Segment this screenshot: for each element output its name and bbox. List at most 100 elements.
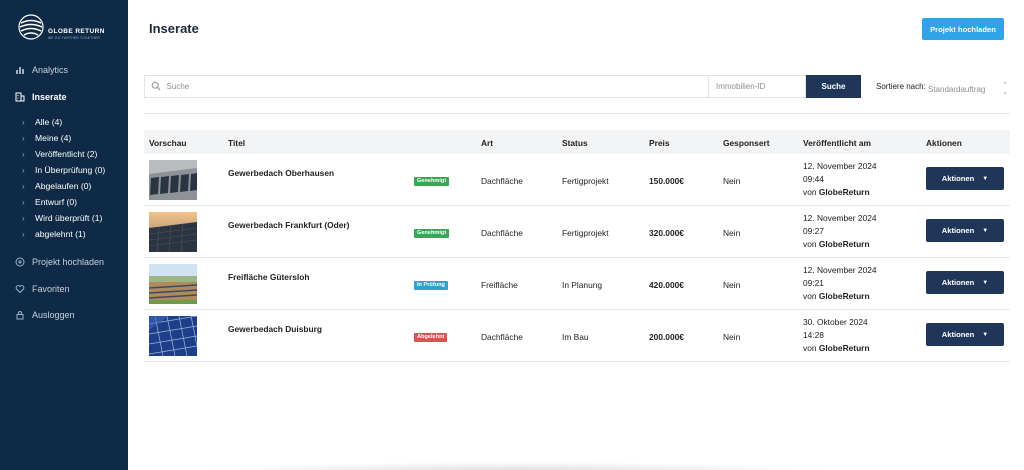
listing-price: 200.000€ (649, 332, 684, 342)
sidebar-subitem-label: Veröffentlicht (2) (35, 149, 98, 159)
published-date: 12. November 2024 (803, 213, 877, 223)
listing-status: Fertigprojekt (562, 228, 609, 238)
published-by-prefix: von (803, 291, 817, 301)
sidebar-subitem-label: Abgelaufen (0) (35, 181, 92, 191)
actions-dropdown-button[interactable]: Aktionen ▼ (926, 167, 1004, 190)
sort-select[interactable]: Standardauftrag ⌃ ⌄ (928, 82, 1008, 96)
listing-title[interactable]: Gewerbedach Oberhausen (228, 168, 334, 178)
listing-sponsored: Nein (723, 176, 741, 186)
brand-name: GLOBE RETURN (48, 28, 105, 35)
search-icon (151, 81, 163, 93)
table-row: Gewerbedach Oberhausen Genehmigt Dachflä… (144, 154, 1010, 206)
sidebar-subitem-label: abgelehnt (1) (35, 229, 86, 239)
chevron-right-icon: › (22, 229, 25, 239)
listing-published: 12. November 2024 09:27 von GlobeReturn (803, 212, 877, 251)
sidebar-item-favoriten[interactable]: Favoriten (14, 283, 70, 294)
published-date: 12. November 2024 (803, 161, 877, 171)
listing-price: 320.000€ (649, 228, 684, 238)
brand-logo[interactable]: GLOBE RETURN WE GO FURTHER TOGETHER (18, 14, 118, 46)
listing-title[interactable]: Gewerbedach Frankfurt (Oder) (228, 220, 349, 230)
listing-art: Dachfläche (481, 228, 523, 238)
published-time: 09:44 (803, 174, 824, 184)
column-header-art: Art (481, 138, 494, 148)
sidebar-item-analytics[interactable]: Analytics (14, 64, 68, 75)
listing-art: Freifläche (481, 280, 518, 290)
caret-down-icon: ▼ (982, 279, 989, 286)
chevron-right-icon: › (22, 117, 25, 127)
column-header-preis: Preis (649, 138, 670, 148)
sidebar-subitem-label: Alle (4) (35, 117, 63, 127)
sidebar-subitem-wird-ueberprueft[interactable]: › Wird überprüft (1) (22, 213, 102, 223)
listing-title[interactable]: Freifläche Gütersloh (228, 272, 309, 282)
sidebar-subitem-entwurf[interactable]: › Entwurf (0) (22, 197, 77, 207)
actions-dropdown-button[interactable]: Aktionen ▼ (926, 323, 1004, 346)
sidebar-subitem-label: Entwurf (0) (35, 197, 78, 207)
published-by: GlobeReturn (818, 239, 870, 249)
sidebar-subitem-abgelehnt[interactable]: › abgelehnt (1) (22, 229, 86, 239)
listing-sponsored: Nein (723, 228, 741, 238)
search-button[interactable]: Suche (806, 75, 861, 98)
sidebar-item-label: Inserate (32, 91, 67, 102)
listing-thumbnail[interactable] (149, 316, 197, 356)
published-by-prefix: von (803, 239, 817, 249)
sidebar-item-ausloggen[interactable]: Ausloggen (14, 309, 75, 320)
upload-project-button[interactable]: Projekt hochladen (922, 18, 1004, 40)
divider (144, 113, 1010, 114)
building-icon (14, 91, 25, 102)
listing-art: Dachfläche (481, 332, 523, 342)
listing-art: Dachfläche (481, 176, 523, 186)
column-header-status: Status (562, 138, 588, 148)
listing-thumbnail[interactable] (149, 212, 197, 252)
brand-tagline: WE GO FURTHER TOGETHER (48, 36, 101, 40)
chevron-right-icon: › (22, 181, 25, 191)
table-header: Vorschau Titel Art Status Preis Gesponse… (144, 130, 1010, 154)
sidebar-subitem-meine[interactable]: › Meine (4) (22, 133, 71, 143)
sidebar-item-label: Ausloggen (32, 309, 75, 320)
listing-price: 150.000€ (649, 176, 684, 186)
sidebar-item-label: Analytics (32, 64, 69, 75)
sidebar: GLOBE RETURN WE GO FURTHER TOGETHER Anal… (0, 0, 128, 470)
sidebar-item-projekt-hochladen[interactable]: Projekt hochladen (14, 256, 104, 267)
sidebar-subitem-abgelaufen[interactable]: › Abgelaufen (0) (22, 181, 91, 191)
sidebar-item-inserate[interactable]: Inserate (14, 91, 67, 102)
property-id-input[interactable] (716, 82, 805, 91)
listing-title[interactable]: Gewerbedach Duisburg (228, 324, 322, 334)
actions-label: Aktionen (941, 226, 975, 235)
page-title: Inserate (149, 21, 199, 36)
published-date: 30. Oktober 2024 (803, 317, 868, 327)
property-id-container (708, 75, 806, 98)
published-by: GlobeReturn (818, 291, 870, 301)
caret-down-icon: ▼ (982, 175, 989, 182)
published-date: 12. November 2024 (803, 265, 877, 275)
sidebar-subitem-alle[interactable]: › Alle (4) (22, 117, 62, 127)
table-row: Freifläche Gütersloh In Prüfung Freifläc… (144, 258, 1010, 310)
chart-bar-icon (14, 64, 25, 75)
published-by: GlobeReturn (818, 187, 870, 197)
sidebar-subitem-veroeffentlicht[interactable]: › Veröffentlicht (2) (22, 149, 97, 159)
listing-thumbnail[interactable] (149, 160, 197, 200)
sidebar-subitem-in-ueberpruefung[interactable]: › In Überprüfung (0) (22, 165, 105, 175)
listings-table: Vorschau Titel Art Status Preis Gesponse… (144, 130, 1010, 362)
sort-arrows-icon: ⌃ ⌄ (1002, 82, 1008, 96)
sort-value: Standardauftrag (928, 84, 986, 94)
sidebar-item-label: Favoriten (32, 283, 70, 294)
column-header-vorschau: Vorschau (149, 138, 187, 148)
published-time: 09:27 (803, 226, 824, 236)
listing-published: 12. November 2024 09:44 von GlobeReturn (803, 160, 877, 199)
listing-price: 420.000€ (649, 280, 684, 290)
listing-published: 12. November 2024 09:21 von GlobeReturn (803, 264, 877, 303)
caret-down-icon: ▼ (982, 331, 989, 338)
listing-thumbnail[interactable] (149, 264, 197, 304)
search-input[interactable] (166, 82, 708, 91)
published-time: 09:21 (803, 278, 824, 288)
sidebar-subitem-label: In Überprüfung (0) (35, 165, 106, 175)
plus-circle-icon (14, 256, 25, 267)
listing-status: Im Bau (562, 332, 589, 342)
published-time: 14:28 (803, 330, 824, 340)
published-by-prefix: von (803, 187, 817, 197)
actions-dropdown-button[interactable]: Aktionen ▼ (926, 219, 1004, 242)
table-row: Gewerbedach Frankfurt (Oder) Genehmigt D… (144, 206, 1010, 258)
column-header-titel: Titel (228, 138, 246, 148)
chevron-right-icon: › (22, 213, 25, 223)
actions-dropdown-button[interactable]: Aktionen ▼ (926, 271, 1004, 294)
